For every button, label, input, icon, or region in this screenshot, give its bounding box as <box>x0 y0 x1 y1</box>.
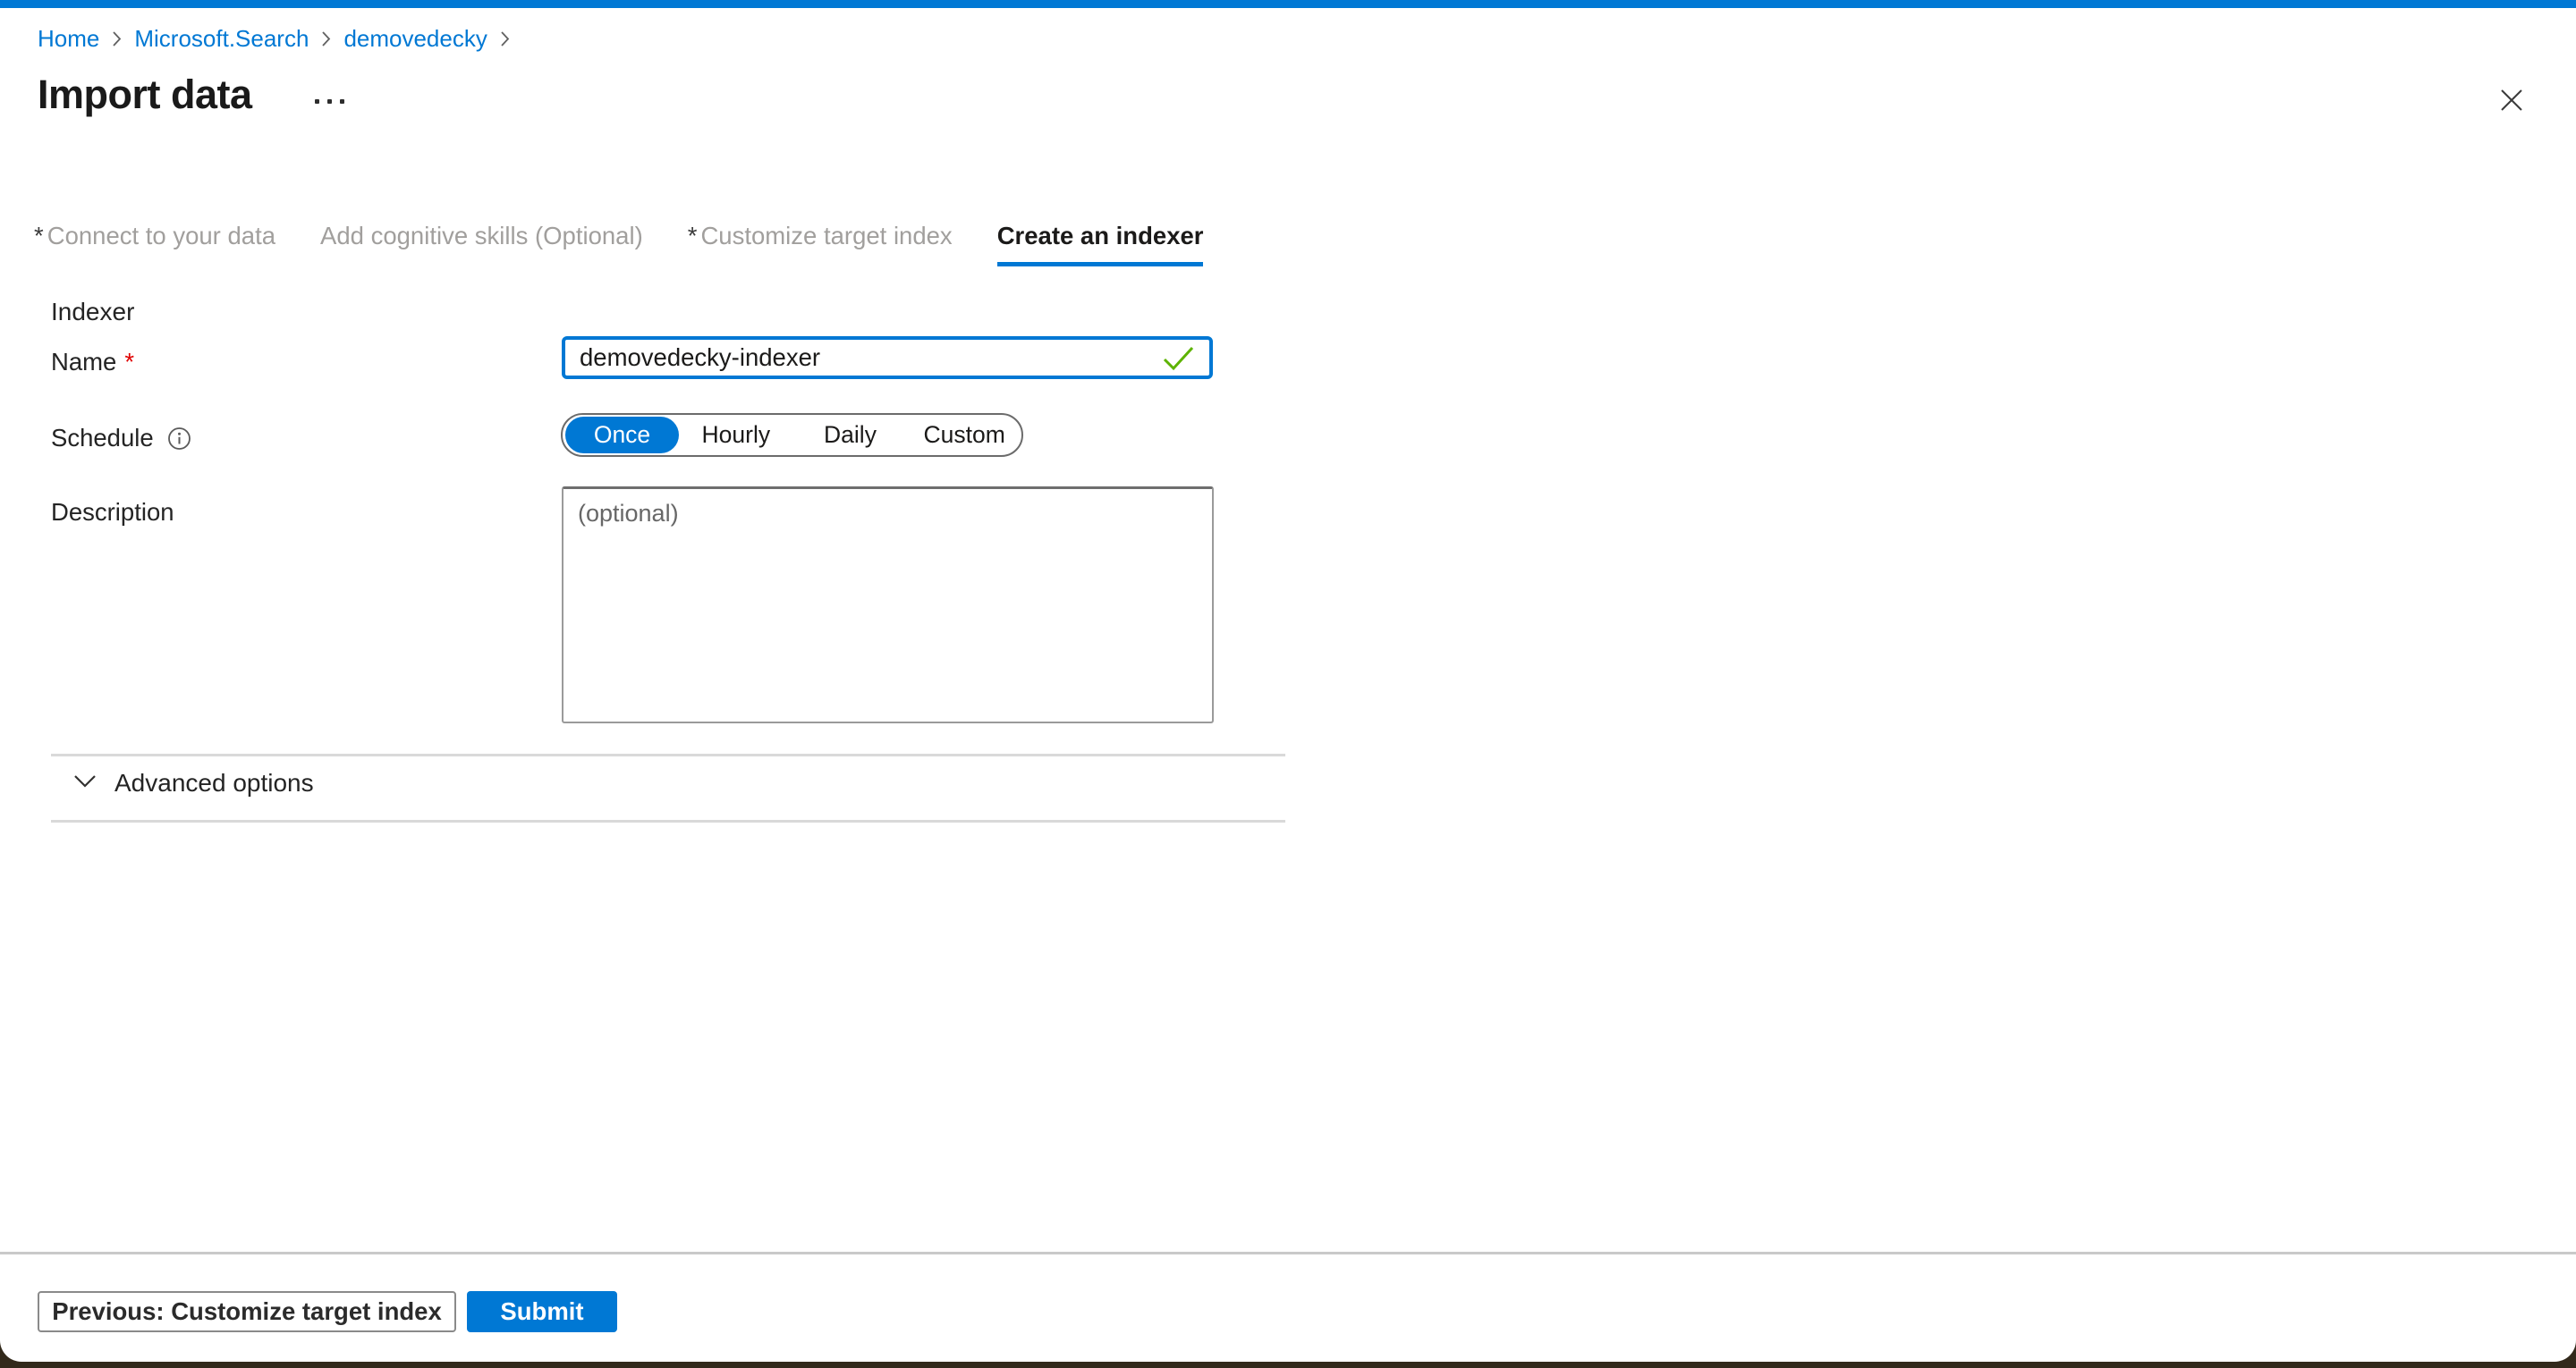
close-icon[interactable] <box>2488 77 2535 123</box>
tab-customize-target-index[interactable]: *Customize target index <box>688 221 953 251</box>
info-icon[interactable] <box>167 426 191 451</box>
indexer-section-title: Indexer <box>51 298 134 326</box>
advanced-options-toggle[interactable]: Advanced options <box>73 769 314 798</box>
portal-top-accent-bar <box>0 0 2576 8</box>
footer-divider <box>0 1252 2576 1254</box>
breadcrumb: Home Microsoft.Search demovedecky <box>38 24 510 53</box>
tab-create-an-indexer[interactable]: Create an indexer <box>997 221 1204 266</box>
breadcrumb-link-home[interactable]: Home <box>38 24 99 53</box>
indexer-name-input[interactable] <box>562 336 1213 379</box>
validation-check-icon <box>1163 346 1195 376</box>
import-data-panel: Home Microsoft.Search demovedecky Import… <box>0 0 2576 1362</box>
description-field-label: Description <box>51 498 174 527</box>
breadcrumb-chevron-icon <box>112 30 122 47</box>
schedule-option-hourly[interactable]: Hourly <box>679 421 793 449</box>
tab-connect-to-your-data[interactable]: *Connect to your data <box>34 221 275 251</box>
schedule-option-once[interactable]: Once <box>565 417 679 453</box>
name-field-label: Name* <box>51 348 134 376</box>
page-title: Import data <box>38 72 252 118</box>
schedule-option-custom[interactable]: Custom <box>907 421 1021 449</box>
chevron-down-icon <box>73 774 97 793</box>
description-textarea[interactable] <box>562 486 1214 723</box>
more-options-icon[interactable] <box>306 89 352 113</box>
breadcrumb-link-microsoft-search[interactable]: Microsoft.Search <box>134 24 309 53</box>
schedule-field-label: Schedule <box>51 424 191 452</box>
submit-button[interactable]: Submit <box>467 1291 617 1332</box>
breadcrumb-chevron-icon <box>500 30 510 47</box>
breadcrumb-chevron-icon <box>321 30 331 47</box>
previous-step-button[interactable]: Previous: Customize target index <box>38 1291 456 1332</box>
required-tab-marker: * <box>34 222 44 249</box>
tab-add-cognitive-skills[interactable]: Add cognitive skills (Optional) <box>320 221 643 251</box>
section-divider <box>51 754 1285 756</box>
required-asterisk: * <box>124 348 134 376</box>
required-tab-marker: * <box>688 222 698 249</box>
advanced-options-label: Advanced options <box>114 769 314 798</box>
breadcrumb-link-demovedecky[interactable]: demovedecky <box>343 24 487 53</box>
wizard-tabs: *Connect to your data Add cognitive skil… <box>34 221 1203 266</box>
schedule-toggle-group: Once Hourly Daily Custom <box>561 413 1023 457</box>
section-divider <box>51 820 1285 823</box>
schedule-option-daily[interactable]: Daily <box>793 421 908 449</box>
